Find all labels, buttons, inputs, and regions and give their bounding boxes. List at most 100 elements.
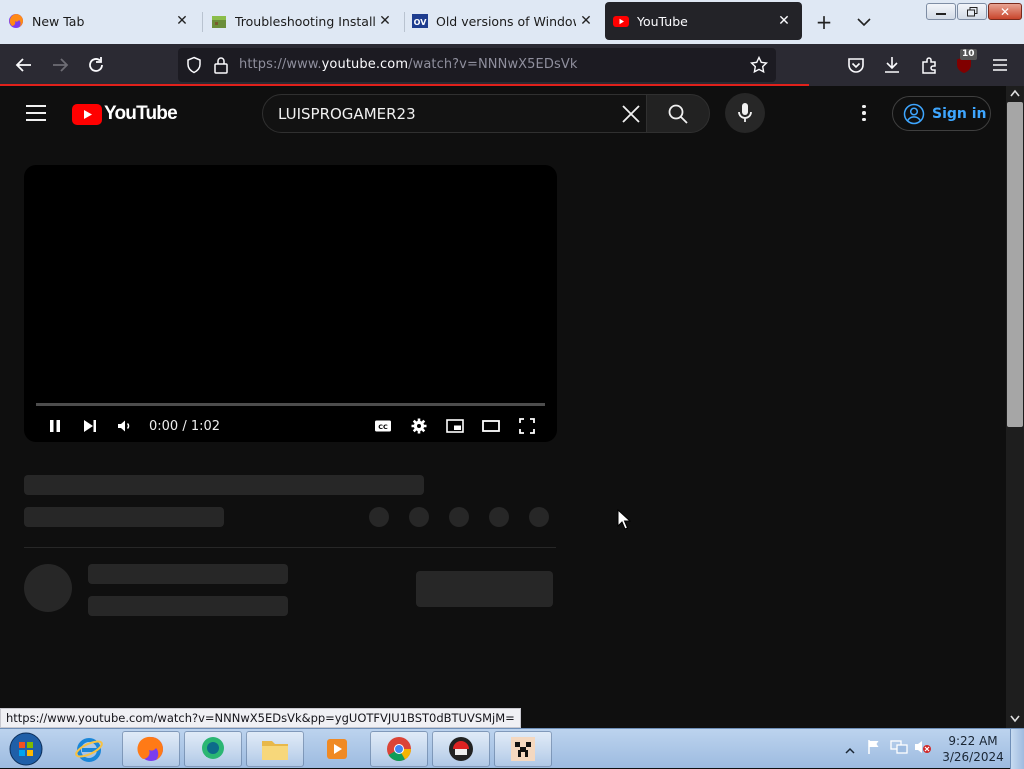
channel-avatar-placeholder <box>24 564 72 612</box>
forward-icon[interactable] <box>47 52 73 78</box>
sign-in-button[interactable]: Sign in <box>892 96 991 131</box>
firefox-icon <box>9 14 23 28</box>
media-player-icon <box>327 739 347 759</box>
action-placeholder <box>409 507 429 527</box>
browser-tab-strip: New Tab ✕ Troubleshooting Installing ✕ O… <box>0 0 1024 44</box>
show-desktop-button[interactable] <box>1010 729 1024 769</box>
video-player[interactable]: 0:00 / 1:02 CC <box>24 165 557 442</box>
firefox-icon <box>137 736 163 761</box>
reload-icon[interactable] <box>83 52 109 78</box>
windows-start-orb-icon <box>9 732 43 766</box>
miniplayer-icon[interactable] <box>443 415 467 437</box>
restore-window-icon[interactable] <box>957 3 987 20</box>
downloads-icon[interactable] <box>879 52 905 78</box>
theater-mode-icon[interactable] <box>479 415 503 437</box>
sign-in-label: Sign in <box>932 105 987 122</box>
voice-search-button[interactable] <box>725 93 765 133</box>
url-text: https://www.youtube.com/watch?v=NNNwX5ED… <box>239 57 577 72</box>
ublock-origin-icon[interactable]: 10 <box>951 49 977 78</box>
search-button[interactable] <box>646 94 710 133</box>
youtube-logo[interactable]: YouTube <box>72 102 178 126</box>
clear-search-icon[interactable] <box>620 103 642 125</box>
action-placeholder <box>529 507 549 527</box>
tab-old-versions[interactable]: OV Old versions of Windows, I ✕ <box>404 2 604 40</box>
action-placeholder <box>369 507 389 527</box>
close-tab-icon[interactable]: ✕ <box>774 13 794 29</box>
volume-icon[interactable] <box>113 415 137 437</box>
video-time-display: 0:00 / 1:02 <box>149 419 221 434</box>
shield-icon[interactable] <box>185 56 203 74</box>
scroll-up-icon[interactable] <box>1010 89 1020 97</box>
search-input[interactable]: LUISPROGAMER23 <box>262 94 648 133</box>
network-icon[interactable] <box>890 739 908 759</box>
subscribe-button-placeholder <box>416 571 553 607</box>
pause-icon[interactable] <box>43 415 67 437</box>
tab-title: YouTube <box>637 13 688 29</box>
youtube-icon <box>613 16 629 27</box>
pocket-icon[interactable] <box>843 52 869 78</box>
taskbar-chrome[interactable] <box>370 731 428 767</box>
taskbar-media-player[interactable] <box>308 731 366 767</box>
channel-name-placeholder <box>88 564 288 584</box>
folder-icon <box>262 741 288 760</box>
chrome-icon <box>387 737 411 762</box>
windows-taskbar: 9:22 AM 3/26/2024 <box>0 728 1024 769</box>
minimize-window-icon[interactable] <box>926 3 956 20</box>
search-input-value: LUISPROGAMER23 <box>278 105 416 123</box>
svg-text:OV: OV <box>414 18 428 27</box>
start-button[interactable] <box>6 730 46 768</box>
taskbar-roblox-studio[interactable] <box>432 731 490 767</box>
taskbar-minecraft[interactable] <box>494 731 552 767</box>
subscriber-count-placeholder <box>88 596 288 616</box>
internet-explorer-icon <box>75 738 103 762</box>
subtitles-icon[interactable]: CC <box>371 415 395 437</box>
divider <box>24 547 556 548</box>
new-tab-icon[interactable]: + <box>813 11 835 33</box>
extension-badge: 10 <box>960 49 977 60</box>
volume-muted-icon[interactable] <box>914 739 932 759</box>
clock-date: 3/26/2024 <box>942 750 1004 764</box>
video-progress-bar[interactable] <box>36 403 545 406</box>
oldversion-icon: OV <box>412 14 428 28</box>
extensions-icon[interactable] <box>916 52 942 78</box>
bookmark-star-icon[interactable] <box>750 56 768 74</box>
tab-title: Old versions of Windows, I <box>436 13 576 29</box>
mouse-cursor-icon <box>617 509 631 530</box>
search-icon <box>668 104 688 124</box>
action-placeholder <box>489 507 509 527</box>
show-hidden-icons[interactable] <box>844 741 856 760</box>
chat-app-icon <box>202 737 224 759</box>
page-scrollbar[interactable] <box>1006 86 1024 728</box>
guide-menu-icon[interactable] <box>24 102 48 124</box>
scrollbar-thumb[interactable] <box>1007 102 1023 427</box>
tab-new-tab[interactable]: New Tab ✕ <box>0 2 200 40</box>
close-tab-icon[interactable]: ✕ <box>576 13 596 29</box>
taskbar-clock[interactable]: 9:22 AM 3/26/2024 <box>940 733 1006 765</box>
taskbar-firefox[interactable] <box>122 731 180 767</box>
close-tab-icon[interactable]: ✕ <box>375 13 395 29</box>
views-placeholder <box>24 507 224 527</box>
next-video-icon[interactable] <box>78 415 102 437</box>
close-window-icon[interactable]: ✕ <box>988 3 1022 20</box>
taskbar-file-explorer[interactable] <box>246 731 304 767</box>
address-bar[interactable]: https://www.youtube.com/watch?v=NNNwX5ED… <box>178 48 776 82</box>
taskbar-internet-explorer[interactable] <box>60 731 118 767</box>
action-center-flag-icon[interactable] <box>866 739 882 759</box>
account-icon <box>903 103 925 124</box>
fullscreen-icon[interactable] <box>515 415 539 437</box>
back-icon[interactable] <box>11 52 37 78</box>
tab-youtube[interactable]: YouTube ✕ <box>605 2 802 40</box>
taskbar-app-bubble[interactable] <box>184 731 242 767</box>
settings-gear-icon[interactable] <box>407 415 431 437</box>
clock-time: 9:22 AM <box>948 734 998 748</box>
scroll-down-icon[interactable] <box>1010 715 1020 723</box>
list-all-tabs-icon[interactable] <box>853 12 875 32</box>
settings-more-icon[interactable] <box>854 102 874 124</box>
title-placeholder <box>24 475 424 495</box>
close-tab-icon[interactable]: ✕ <box>172 13 192 29</box>
lock-icon[interactable] <box>213 56 229 74</box>
tab-troubleshooting[interactable]: Troubleshooting Installing ✕ <box>203 2 403 40</box>
tab-title: New Tab <box>32 13 85 29</box>
menu-icon[interactable] <box>987 52 1013 78</box>
url-prefix: https://www. <box>239 57 322 72</box>
